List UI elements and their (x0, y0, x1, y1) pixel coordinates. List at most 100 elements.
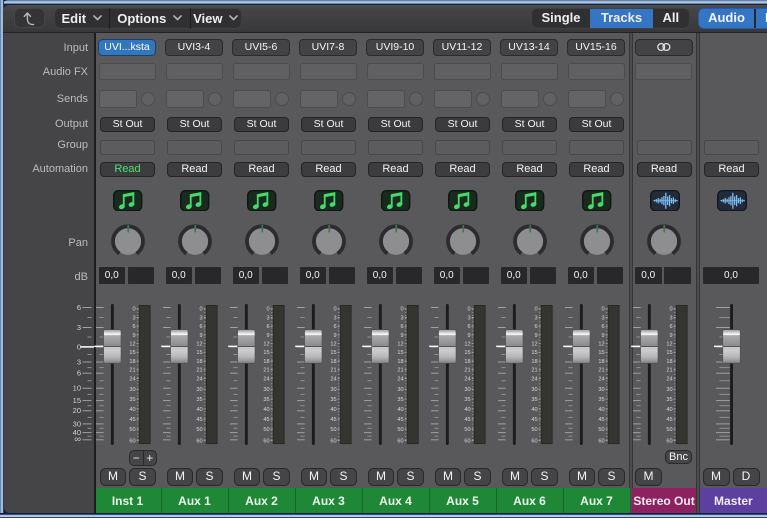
svg-text:24: 24 (666, 376, 672, 382)
svg-text:21: 21 (598, 368, 604, 374)
svg-text:12: 12 (196, 342, 202, 348)
svg-text:12: 12 (531, 342, 537, 348)
svg-text:45: 45 (129, 417, 135, 423)
svg-text:40: 40 (129, 407, 135, 413)
svg-text:0: 0 (199, 307, 202, 313)
svg-text:9: 9 (601, 333, 604, 339)
svg-text:21: 21 (263, 368, 269, 374)
svg-text:24: 24 (330, 376, 336, 382)
svg-text:21: 21 (129, 368, 135, 374)
svg-text:50: 50 (464, 427, 470, 433)
svg-text:45: 45 (330, 417, 336, 423)
svg-text:50: 50 (531, 427, 537, 433)
svg-text:30: 30 (598, 387, 604, 393)
svg-text:6: 6 (199, 324, 202, 330)
svg-text:0: 0 (534, 307, 537, 313)
svg-text:15: 15 (129, 350, 135, 356)
svg-text:0: 0 (132, 307, 135, 313)
svg-text:9: 9 (266, 333, 269, 339)
svg-text:24: 24 (397, 376, 403, 382)
svg-text:6: 6 (77, 369, 81, 378)
svg-text:3: 3 (333, 315, 336, 321)
svg-text:45: 45 (531, 417, 537, 423)
svg-text:9: 9 (400, 333, 403, 339)
svg-text:60: 60 (196, 439, 202, 445)
svg-text:12: 12 (129, 342, 135, 348)
svg-text:45: 45 (666, 417, 672, 423)
svg-text:40: 40 (464, 407, 470, 413)
svg-text:40: 40 (263, 407, 269, 413)
svg-text:18: 18 (129, 359, 135, 365)
svg-text:18: 18 (666, 359, 672, 365)
svg-text:15: 15 (196, 350, 202, 356)
svg-text:60: 60 (330, 439, 336, 445)
svg-text:45: 45 (598, 417, 604, 423)
svg-text:12: 12 (464, 342, 470, 348)
svg-text:12: 12 (263, 342, 269, 348)
svg-text:12: 12 (666, 342, 672, 348)
svg-text:0: 0 (333, 307, 336, 313)
svg-text:35: 35 (598, 397, 604, 403)
svg-text:6: 6 (77, 303, 81, 312)
svg-text:30: 30 (397, 387, 403, 393)
svg-text:35: 35 (196, 397, 202, 403)
svg-text:50: 50 (129, 427, 135, 433)
svg-text:30: 30 (330, 387, 336, 393)
svg-text:12: 12 (330, 342, 336, 348)
svg-text:6: 6 (132, 324, 135, 330)
svg-text:30: 30 (196, 387, 202, 393)
svg-text:30: 30 (263, 387, 269, 393)
svg-text:0: 0 (77, 342, 81, 351)
svg-text:35: 35 (330, 397, 336, 403)
svg-text:30: 30 (129, 387, 135, 393)
svg-text:45: 45 (263, 417, 269, 423)
svg-text:50: 50 (397, 427, 403, 433)
svg-text:∞: ∞ (74, 434, 81, 445)
svg-text:45: 45 (464, 417, 470, 423)
svg-text:0: 0 (467, 307, 470, 313)
svg-text:24: 24 (129, 376, 135, 382)
svg-text:50: 50 (263, 427, 269, 433)
svg-text:60: 60 (464, 439, 470, 445)
svg-text:12: 12 (598, 342, 604, 348)
svg-text:0: 0 (400, 307, 403, 313)
svg-text:15: 15 (330, 350, 336, 356)
svg-text:30: 30 (531, 387, 537, 393)
svg-text:3: 3 (400, 315, 403, 321)
svg-text:35: 35 (129, 397, 135, 403)
svg-text:21: 21 (196, 368, 202, 374)
svg-text:40: 40 (397, 407, 403, 413)
svg-text:10: 10 (73, 384, 81, 393)
svg-text:24: 24 (598, 376, 604, 382)
svg-text:35: 35 (263, 397, 269, 403)
svg-text:3: 3 (534, 315, 537, 321)
svg-text:40: 40 (196, 407, 202, 413)
svg-text:24: 24 (196, 376, 202, 382)
svg-text:60: 60 (129, 439, 135, 445)
svg-text:0: 0 (601, 307, 604, 313)
svg-text:6: 6 (266, 324, 269, 330)
svg-text:6: 6 (400, 324, 403, 330)
svg-text:3: 3 (266, 315, 269, 321)
svg-text:60: 60 (397, 439, 403, 445)
svg-text:35: 35 (397, 397, 403, 403)
svg-text:21: 21 (666, 368, 672, 374)
svg-text:9: 9 (333, 333, 336, 339)
svg-text:18: 18 (531, 359, 537, 365)
svg-text:24: 24 (531, 376, 537, 382)
svg-text:3: 3 (132, 315, 135, 321)
svg-text:20: 20 (73, 406, 81, 415)
svg-text:3: 3 (77, 357, 81, 366)
svg-text:21: 21 (531, 368, 537, 374)
svg-text:30: 30 (464, 387, 470, 393)
svg-text:0: 0 (669, 307, 672, 313)
svg-text:6: 6 (333, 324, 336, 330)
svg-text:40: 40 (666, 407, 672, 413)
svg-text:50: 50 (330, 427, 336, 433)
svg-text:24: 24 (464, 376, 470, 382)
svg-text:9: 9 (467, 333, 470, 339)
svg-text:40: 40 (330, 407, 336, 413)
svg-text:15: 15 (263, 350, 269, 356)
svg-text:60: 60 (263, 439, 269, 445)
svg-text:3: 3 (669, 315, 672, 321)
